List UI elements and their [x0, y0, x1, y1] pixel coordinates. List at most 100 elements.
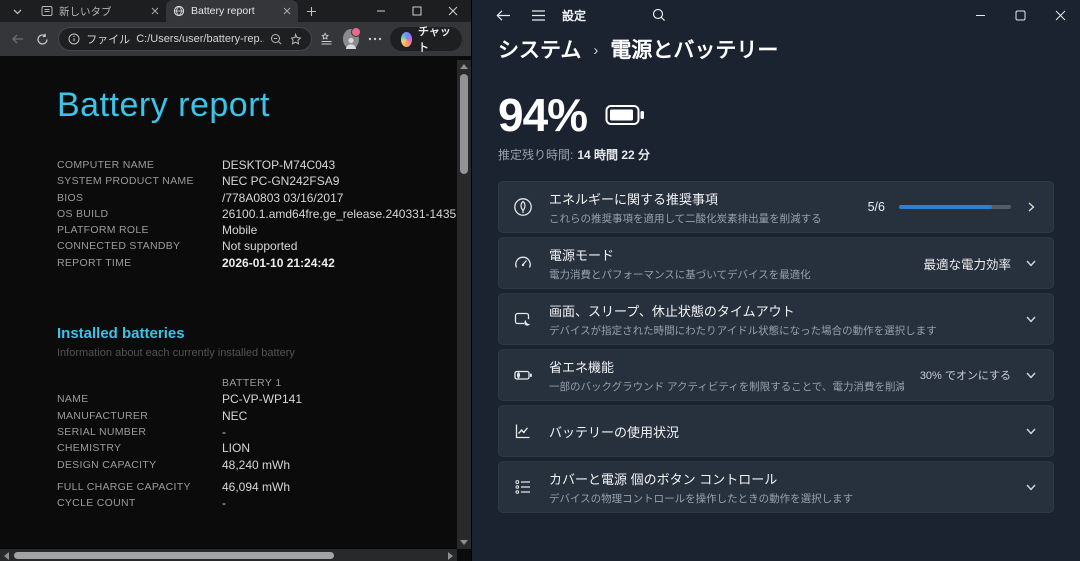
battery-icon [605, 105, 645, 125]
system-info-row: REPORT TIME 2026-01-10 21:24:42 [57, 255, 471, 271]
battery-info-value: PC-VP-WP141 [222, 392, 303, 407]
horizontal-scroll-thumb[interactable] [14, 551, 334, 559]
battery-info-value: 48,240 mWh [222, 457, 291, 472]
chevron-down-icon [1025, 425, 1037, 437]
new-tab-button[interactable] [298, 0, 324, 22]
tab-search-button[interactable] [0, 0, 34, 22]
breadcrumb-system[interactable]: システム [498, 34, 581, 64]
back-button[interactable] [9, 27, 28, 51]
favorites-hub-icon [321, 32, 332, 45]
page-title: 電源とバッテリー [610, 39, 779, 62]
settings-search-button[interactable] [652, 8, 666, 22]
tab-label: Battery report [191, 5, 255, 17]
tab-new-tab[interactable]: 新しいタブ [34, 0, 166, 22]
browser-window-controls [363, 0, 471, 22]
battery-percent: 94% [498, 89, 588, 141]
battery-info-value: NEC [222, 408, 248, 423]
settings-back-button[interactable] [496, 9, 511, 22]
plus-icon [306, 6, 316, 16]
chevron-down-icon [1025, 369, 1037, 381]
info-icon [68, 33, 80, 45]
settings-minimize-button[interactable] [960, 0, 1000, 30]
hamburger-icon [532, 9, 545, 21]
chevron-down-icon [1025, 481, 1037, 493]
copilot-icon [400, 31, 413, 47]
profile-avatar[interactable] [343, 27, 361, 49]
tab-close-icon[interactable] [151, 7, 159, 15]
battery-info-row: DESIGN CAPACITY 48,240 mWh [57, 457, 471, 473]
scroll-up-arrow[interactable] [460, 64, 468, 69]
remaining-time-value: 14 時間 22 分 [577, 148, 651, 162]
battery-info-label: MANUFACTURER [57, 409, 149, 422]
favorite-star-icon[interactable] [289, 32, 302, 46]
power-mode-value: 最適な電力効率 [923, 257, 1011, 272]
system-info-label: SYSTEM PRODUCT NAME [57, 175, 194, 188]
card-screen-sleep-timeouts[interactable]: 画面、スリープ、休止状態のタイムアウト デバイスが指定された時間にわたりアイドル… [498, 293, 1054, 345]
horizontal-scrollbar[interactable] [0, 549, 457, 561]
navigation-menu-button[interactable] [531, 9, 546, 21]
battery-info-row: CHEMISTRY LION [57, 440, 471, 456]
settings-app-label: 設定 [562, 8, 587, 23]
system-info-row: OS BUILD 26100.1.amd64fre.ge_release.2403… [57, 206, 471, 222]
battery-info-row: MANUFACTURER NEC [57, 408, 471, 424]
installed-batteries-heading: Installed batteries [57, 325, 185, 343]
browser-close-button[interactable] [435, 0, 471, 22]
url-scheme-label: ファイル [86, 34, 131, 46]
battery-status: 94% [498, 88, 1054, 142]
card-subtitle: 一部のバックグラウンド アクティビティを制限することで、電力消費を削減し、バッテ… [549, 380, 904, 393]
card-subtitle: デバイスの物理コントロールを操作したときの動作を選択します [549, 492, 854, 505]
browser-maximize-button[interactable] [399, 0, 435, 22]
card-title: 画面、スリープ、休止状態のタイムアウト [549, 303, 795, 319]
screen-sleep-icon [514, 312, 532, 327]
scroll-down-arrow[interactable] [460, 540, 468, 545]
tab-close-icon[interactable] [283, 7, 291, 15]
scroll-left-arrow[interactable] [4, 552, 9, 560]
browser-tabstrip: 新しいタブ Battery report [0, 0, 471, 22]
battery-info-value: - [222, 496, 226, 511]
copilot-chat-button[interactable]: チャット [389, 26, 462, 54]
system-info-label: OS BUILD [57, 207, 109, 220]
battery-info-table: BATTERY 1 NAME PC-VP-WP141 MANUFACTURER NEC S… [57, 375, 471, 511]
browser-minimize-button[interactable] [363, 0, 399, 22]
battery-report-page: Battery report COMPUTER NAME DESKTOP-M74C… [0, 56, 471, 561]
chevron-down-icon [1025, 257, 1037, 269]
more-menu-button[interactable] [367, 27, 384, 51]
favorites-hub-button[interactable] [318, 27, 335, 51]
settings-window-controls [960, 0, 1080, 30]
card-power-mode[interactable]: 電源モード 電力消費とパフォーマンスに基づいてデバイスを最適化 最適な電力効率 [498, 237, 1054, 289]
ellipsis-icon [369, 37, 382, 41]
card-title: 電源モード [549, 247, 615, 263]
tab-label: 新しいタブ [59, 5, 112, 18]
scroll-right-arrow[interactable] [448, 552, 453, 560]
card-battery-usage[interactable]: バッテリーの使用状況 [498, 405, 1054, 457]
zoom-out-icon[interactable] [270, 33, 283, 46]
energy-saver-value: 30% でオンにする [919, 370, 1011, 382]
card-energy-recommendations[interactable]: エネルギーに関する推奨事項 これらの推奨事項を適用して二酸化炭素排出量を削減する… [498, 181, 1054, 233]
url-text: C:/Users/user/battery-rep... [136, 33, 265, 45]
system-info-value: /778A0803 03/16/2017 [222, 190, 344, 205]
settings-close-button[interactable] [1040, 0, 1080, 30]
battery-info-row: SERIAL NUMBER - [57, 424, 471, 440]
system-info-label: BIOS [57, 191, 84, 204]
vertical-scroll-thumb[interactable] [460, 74, 468, 174]
card-lid-power-button-controls[interactable]: カバーと電源 個のボタン コントロール デバイスの物理コントロールを操作したとき… [498, 461, 1054, 513]
card-subtitle: これらの推奨事項を適用して二酸化炭素排出量を削減する [549, 212, 822, 225]
address-bar[interactable]: ファイル C:/Users/user/battery-rep... [58, 27, 313, 51]
new-tab-page-icon [41, 6, 53, 16]
settings-maximize-button[interactable] [1000, 0, 1040, 30]
installed-batteries-subtitle: Information about each currently install… [57, 347, 295, 360]
battery-info-label: NAME [57, 393, 89, 406]
chevron-down-icon [1025, 313, 1037, 325]
system-info-label: PLATFORM ROLE [57, 224, 149, 237]
vertical-scrollbar[interactable] [457, 60, 471, 549]
card-energy-saver[interactable]: 省エネ機能 一部のバックグラウンド アクティビティを制限することで、電力消費を削… [498, 349, 1054, 401]
gauge-icon [515, 256, 531, 268]
system-info-label: COMPUTER NAME [57, 159, 155, 171]
battery-info-row: FULL CHARGE CAPACITY 46,094 mWh [57, 479, 471, 495]
leaf-icon [514, 198, 532, 216]
battery-eco-icon [514, 370, 532, 380]
tab-battery-report[interactable]: Battery report [166, 0, 298, 22]
energy-progress-bar [899, 205, 1011, 209]
refresh-button[interactable] [34, 27, 53, 51]
card-title: バッテリーの使用状況 [549, 424, 680, 440]
